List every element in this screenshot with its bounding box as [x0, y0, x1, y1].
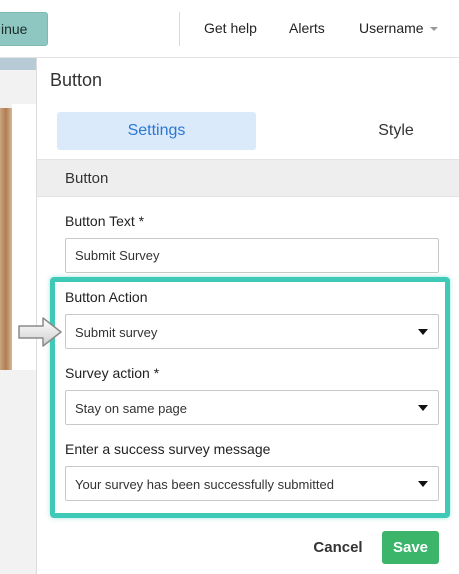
top-bar: inue Get help Alerts Username	[0, 0, 459, 58]
tab-settings[interactable]: Settings	[57, 112, 256, 150]
dropdown-arrow-icon	[418, 405, 428, 411]
username-label: Username	[359, 20, 424, 36]
preview-image	[0, 108, 12, 370]
cancel-button[interactable]: Cancel	[306, 533, 370, 563]
get-help-link[interactable]: Get help	[204, 20, 257, 36]
pointer-arrow-icon	[18, 317, 62, 347]
tab-style[interactable]: Style	[356, 112, 436, 150]
save-button[interactable]: Save	[382, 531, 439, 564]
panel-title: Button	[50, 70, 103, 90]
section-header[interactable]: Button	[37, 159, 459, 197]
survey-action-label: Survey action *	[65, 365, 160, 381]
button-action-value: Submit survey	[75, 325, 158, 340]
continue-button[interactable]: inue	[0, 12, 48, 46]
dropdown-arrow-icon	[418, 329, 428, 335]
section-label: Button	[65, 170, 109, 187]
button-text-input[interactable]	[65, 238, 439, 273]
username-menu[interactable]: Username	[359, 20, 438, 36]
survey-action-value: Stay on same page	[75, 401, 188, 416]
success-message-value: Your survey has been successfully submit…	[75, 477, 334, 492]
button-action-select[interactable]: Submit survey	[65, 314, 439, 349]
success-message-label: Enter a success survey message	[65, 441, 271, 457]
chevron-down-icon	[429, 27, 438, 32]
alerts-link[interactable]: Alerts	[289, 20, 325, 36]
button-settings-panel: Button Settings Style Button Button Text…	[36, 58, 459, 574]
dropdown-arrow-icon	[418, 481, 428, 487]
survey-action-select[interactable]: Stay on same page	[65, 390, 439, 425]
canvas-preview-strip	[0, 58, 36, 70]
button-action-label: Button Action	[65, 289, 148, 305]
success-message-select[interactable]: Your survey has been successfully submit…	[65, 466, 439, 501]
button-text-label: Button Text *	[65, 213, 145, 229]
top-divider	[179, 12, 180, 46]
